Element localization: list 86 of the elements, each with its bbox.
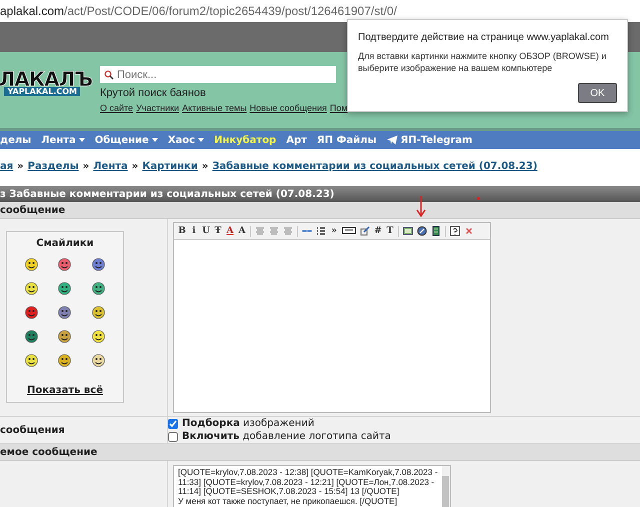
toolbar-button[interactable]: i xyxy=(190,225,198,237)
close-icon[interactable] xyxy=(464,226,474,236)
url-path: /act/Post/CODE/06/forum2/topic2654439/post/126461907/st/0/ xyxy=(64,4,397,18)
smiley-icon[interactable] xyxy=(90,353,106,368)
smiley-icon[interactable] xyxy=(90,305,106,320)
annotation-arrow xyxy=(416,196,426,217)
hide-tag-icon[interactable] xyxy=(342,226,356,236)
help-icon[interactable] xyxy=(450,226,460,236)
topic-title-bar: з Забавные комментарии из социальных сетей (07.08.23) xyxy=(0,186,640,202)
tagline: Крутой поиск баянов xyxy=(100,87,206,99)
list-icon[interactable] xyxy=(316,226,326,236)
smiley-icon[interactable] xyxy=(90,329,106,344)
breadcrumb-separator: » xyxy=(82,161,90,172)
logo-title[interactable]: ЛАКАЛЪ xyxy=(0,69,92,89)
nav-item[interactable]: ЯП-Telegram xyxy=(386,134,472,146)
ok-button[interactable]: OK xyxy=(578,83,617,103)
header-link[interactable]: Активные темы xyxy=(182,103,247,113)
search-icon xyxy=(104,70,114,80)
smiley-icon[interactable] xyxy=(24,257,40,272)
header-link[interactable]: Новые сообщения xyxy=(250,103,327,113)
breadcrumb-link[interactable]: ая xyxy=(0,161,14,172)
section-header: емое сообщение xyxy=(0,444,640,461)
url-host: aplakal.com xyxy=(0,4,64,18)
paper-plane-icon xyxy=(386,135,398,145)
breadcrumb-separator: » xyxy=(202,161,208,172)
toolbar-button[interactable]: A xyxy=(238,225,246,237)
toolbar-button[interactable]: T xyxy=(386,225,394,237)
section-header: сообщение xyxy=(0,202,640,219)
nav-item[interactable]: Хаос xyxy=(168,134,204,146)
nav-item[interactable]: Арт xyxy=(286,134,307,146)
header-link[interactable]: Пом xyxy=(330,103,348,113)
pencil-icon[interactable] xyxy=(360,226,370,236)
text-color-button[interactable]: A xyxy=(226,225,234,237)
toolbar-button[interactable]: # xyxy=(374,225,382,237)
logo-domain[interactable]: YAPLAKAL.COM xyxy=(4,87,80,96)
breadcrumb-link[interactable]: Картинки xyxy=(142,161,198,172)
breadcrumb-link[interactable]: Лента xyxy=(93,161,128,172)
header-link[interactable]: О сайте xyxy=(100,103,134,113)
message-editor[interactable]: B i U Ŧ A A » # T xyxy=(173,222,491,413)
nav-item[interactable]: делы xyxy=(0,134,32,146)
smiley-icon[interactable] xyxy=(24,329,40,344)
smiley-icon[interactable] xyxy=(57,353,72,368)
smiley-icon[interactable] xyxy=(90,257,106,272)
align-icon[interactable] xyxy=(255,226,265,236)
compass-icon[interactable] xyxy=(417,226,427,236)
smiley-icon[interactable] xyxy=(57,257,72,272)
caret-icon xyxy=(78,138,85,142)
options-label: сообщения xyxy=(0,424,65,436)
smiley-icon[interactable] xyxy=(90,281,106,296)
caret-icon xyxy=(152,138,158,142)
smiley-icon[interactable] xyxy=(57,281,72,296)
nav-item[interactable]: ЯП Файлы xyxy=(316,134,377,146)
checkbox[interactable] xyxy=(168,432,178,442)
checkbox[interactable] xyxy=(168,418,178,428)
quoted-message-field[interactable]: [QUOTE=krylov,7.08.2023 - 12:38] [QUOTE=KamKoryak,7.08.2023 - 11:33] [QUOTE=krylov,7.08.2023 - 12:21] [QUOTE=Лон,7.08.2023 - 11:14] [QUOTE=SESHOK,7.08.2023 - 15:54] 13 [/QUOTE] У меня кот также поступает, не прикопаешся. [/QUOTE] xyxy=(173,465,451,507)
header-link[interactable]: Участники xyxy=(136,103,180,113)
scrollbar[interactable] xyxy=(442,466,450,507)
toolbar-button[interactable]: Ŧ xyxy=(214,225,222,237)
nav-item[interactable]: Инкубатор xyxy=(214,134,276,146)
breadcrumb-separator: » xyxy=(132,161,138,172)
nav-item[interactable]: Общение xyxy=(94,134,158,146)
smilies-title: Смайлики xyxy=(36,238,94,249)
smiley-icon[interactable] xyxy=(57,329,72,344)
smiley-icon[interactable] xyxy=(24,281,40,296)
nav-item[interactable]: Лента xyxy=(41,134,85,146)
smiley-icon[interactable] xyxy=(24,305,40,320)
smiley-icon[interactable] xyxy=(57,305,72,320)
toolbar-button[interactable]: B xyxy=(178,225,186,237)
dialog-title: Подтвердите действие на странице www.yaplakal.com xyxy=(358,32,610,43)
toolbar-button[interactable]: » xyxy=(330,225,338,237)
image-icon[interactable] xyxy=(403,226,413,236)
search-field[interactable]: Поиск... xyxy=(100,66,336,83)
breadcrumb-separator: » xyxy=(17,161,24,172)
smiley-icon[interactable] xyxy=(24,353,40,368)
caret-icon xyxy=(198,138,204,142)
checkbox-label: Подборка изображений xyxy=(182,418,314,429)
show-all-link[interactable]: Показать всё xyxy=(27,385,103,396)
checkbox-label: Включить добавление логотипа сайта xyxy=(182,431,391,442)
dialog-message: Для вставки картинки нажмите кнопку ОБЗОР (BROWSE) и выберите изображение на вашем компьютере xyxy=(358,50,608,74)
film-icon[interactable] xyxy=(431,226,441,236)
align-icon[interactable] xyxy=(283,226,293,236)
breadcrumb-link[interactable]: Разделы xyxy=(28,161,79,172)
annotation-dot xyxy=(477,197,480,200)
breadcrumb-link[interactable]: Забавные комментарии из социальных сетей (07.08.23) xyxy=(212,161,538,172)
align-icon[interactable] xyxy=(269,226,279,236)
toolbar-button[interactable]: U xyxy=(202,225,210,237)
